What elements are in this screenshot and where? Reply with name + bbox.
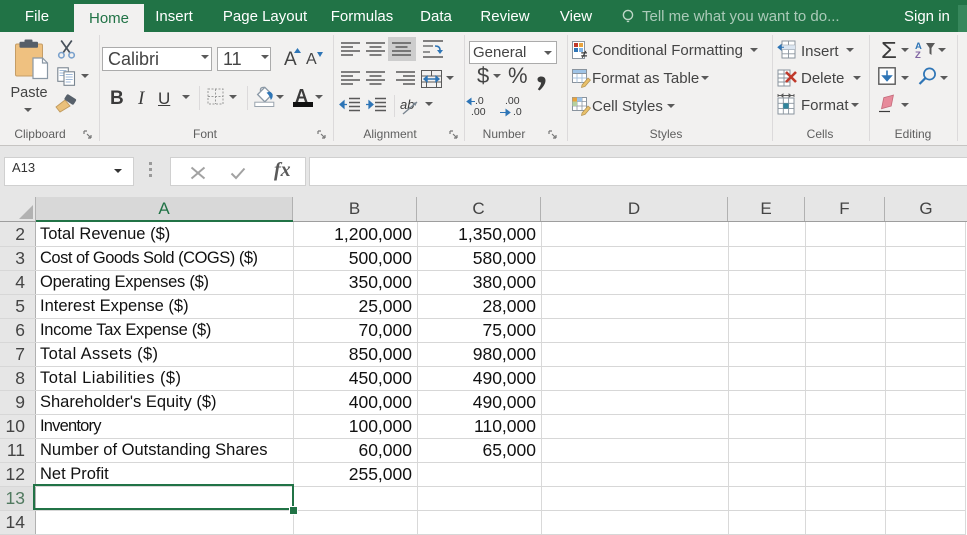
svg-text:Z: Z: [915, 50, 921, 61]
svg-text:≠: ≠: [581, 49, 587, 61]
